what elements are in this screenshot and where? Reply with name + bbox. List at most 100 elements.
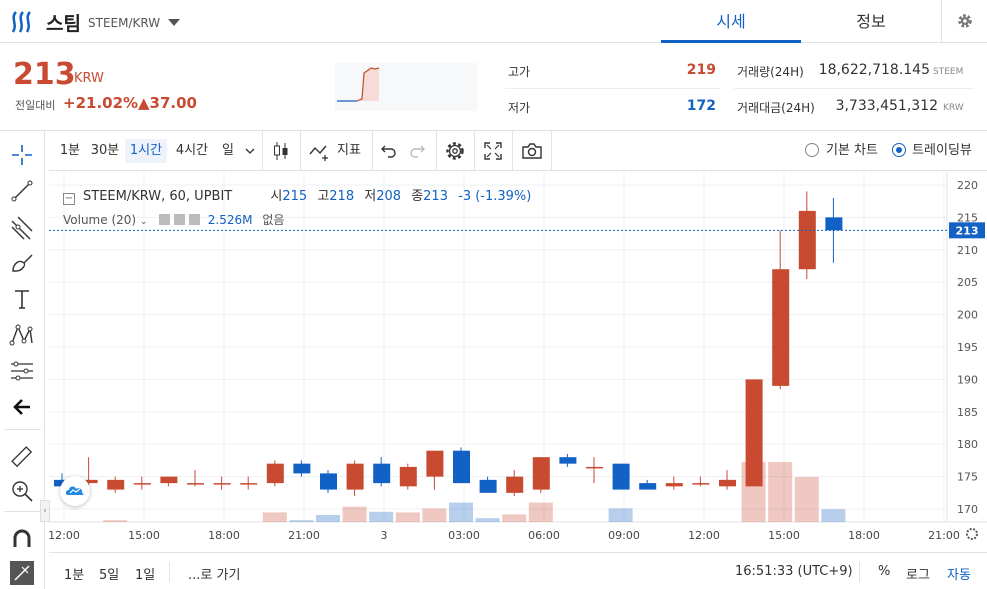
- steem-logo-icon: [11, 11, 31, 33]
- basic-chart-radio[interactable]: [805, 143, 819, 157]
- chart-background: [49, 172, 987, 552]
- volume-legend-label[interactable]: Volume (20): [63, 213, 136, 227]
- basic-chart-label[interactable]: 기본 차트: [823, 139, 881, 163]
- close-legend-value: 213: [423, 189, 448, 204]
- arrow-left-icon[interactable]: [8, 393, 36, 421]
- auto-scale-button[interactable]: 자동: [947, 564, 971, 583]
- magnet-icon[interactable]: [8, 525, 36, 553]
- drawing-tools-panel: [0, 131, 45, 589]
- price-tick-label: 190: [957, 373, 978, 386]
- volume-legend-value: 2.526M: [207, 213, 253, 227]
- toolbar-divider: [436, 131, 437, 171]
- settings-button[interactable]: [941, 0, 987, 43]
- remove-icon[interactable]: [188, 214, 200, 225]
- prediction-tool-icon[interactable]: [8, 357, 36, 385]
- goto-date-button[interactable]: ...로 가기: [188, 564, 240, 583]
- coin-name[interactable]: 스팀: [46, 9, 81, 36]
- zoom-in-icon[interactable]: [8, 477, 36, 505]
- volume-chevron-down-icon[interactable]: ⌄: [140, 217, 148, 227]
- volume-bar: [289, 520, 314, 522]
- crosshair-icon[interactable]: [8, 141, 36, 169]
- toolbar-divider: [372, 131, 373, 171]
- high-label: 고가: [508, 65, 531, 79]
- collapse-toolbar-chevron-left-icon[interactable]: ‹: [40, 500, 50, 522]
- price-tick-label: 205: [957, 276, 978, 289]
- candle-body: [346, 463, 364, 490]
- ruler-icon[interactable]: [8, 443, 36, 471]
- volume-bar: [768, 462, 793, 522]
- candle-body: [453, 450, 470, 484]
- tradingview-logo[interactable]: [60, 476, 90, 506]
- indicators-button[interactable]: 지표: [333, 139, 365, 163]
- interval-1h[interactable]: 1시간: [125, 139, 167, 163]
- high-value: 219: [686, 62, 716, 78]
- toolbar-divider: [512, 131, 513, 171]
- volume-24h-unit: STEEM: [933, 67, 964, 77]
- stat-divider: [505, 88, 720, 89]
- collapse-legend-icon[interactable]: −: [63, 193, 75, 205]
- coin-pair[interactable]: STEEM/KRW: [88, 16, 160, 30]
- tab-market[interactable]: 시세: [661, 0, 801, 43]
- candlestick-chart[interactable]: 220 215 210 205 200 195 190 185 180 175 170 12:00 15…: [49, 172, 987, 552]
- low-legend-label: 저: [364, 189, 377, 204]
- legend-change: -3 (-1.39%): [458, 189, 532, 204]
- volume-legend: Volume (20) ⌄ 2.526M 없음: [63, 211, 284, 228]
- candle-body: [532, 457, 550, 490]
- interval-30m[interactable]: 30분: [88, 139, 122, 163]
- low-label: 저가: [508, 101, 531, 115]
- amount-24h-value: 3,733,451,312: [835, 98, 938, 114]
- trend-line-icon[interactable]: [8, 177, 36, 205]
- candle-body: [399, 466, 417, 487]
- coin-select-chevron-down-icon[interactable]: [168, 19, 180, 26]
- indicators-icon[interactable]: [308, 140, 332, 162]
- settings-small-icon[interactable]: [174, 214, 186, 225]
- low-value: 172: [686, 98, 716, 114]
- fib-lines-icon[interactable]: [8, 213, 36, 241]
- time-tick-label: 15:00: [128, 529, 160, 542]
- tab-info[interactable]: 정보: [801, 0, 941, 43]
- text-tool-icon[interactable]: [8, 285, 36, 313]
- range-1m[interactable]: 1분: [64, 564, 84, 583]
- amount-24h-unit: KRW: [943, 103, 964, 113]
- interval-1d[interactable]: 일: [217, 139, 239, 163]
- candle-style-icon[interactable]: [270, 140, 292, 162]
- interval-4h[interactable]: 4시간: [171, 139, 213, 163]
- change-percent: +21.02%: [63, 94, 139, 112]
- range-5d[interactable]: 5일: [99, 564, 119, 583]
- chart-legend: − STEEM/KRW, 60, UPBIT 시215 고218 저208 종21…: [63, 185, 532, 205]
- trading-view-radio[interactable]: [892, 143, 906, 157]
- volume-bar: [475, 518, 500, 522]
- percent-scale-button[interactable]: %: [878, 564, 890, 579]
- price-tick-label: 175: [957, 471, 978, 484]
- close-legend-label: 종: [411, 189, 424, 204]
- lock-drawings-icon[interactable]: [8, 559, 36, 587]
- range-1d[interactable]: 1일: [135, 564, 155, 583]
- brush-icon[interactable]: [8, 249, 36, 277]
- fullscreen-icon[interactable]: [483, 141, 503, 161]
- volume-bar: [608, 508, 633, 522]
- current-price: 213: [13, 57, 76, 92]
- pattern-tool-icon[interactable]: [8, 321, 36, 349]
- chart-settings-gear-icon[interactable]: [444, 140, 466, 162]
- interval-chevron-down-icon[interactable]: [245, 147, 255, 155]
- trading-view-label[interactable]: 트레이딩뷰: [911, 139, 973, 163]
- interval-1m[interactable]: 1분: [55, 139, 85, 163]
- clock[interactable]: 16:51:33 (UTC+9): [735, 564, 853, 579]
- log-scale-button[interactable]: 로그: [906, 564, 930, 583]
- high-legend-label: 고: [317, 189, 330, 204]
- time-tick-label: 21:00: [928, 529, 960, 542]
- volume-24h-label: 거래량(24H): [737, 65, 804, 79]
- camera-icon[interactable]: [521, 141, 543, 161]
- time-tick-label: 3: [381, 529, 388, 542]
- change-label: 전일대비: [15, 99, 56, 112]
- redo-icon[interactable]: [408, 142, 426, 160]
- volume-legend-extra: 없음: [262, 213, 285, 227]
- time-tick-label: 09:00: [608, 529, 640, 542]
- eye-icon[interactable]: [159, 214, 171, 225]
- candle-body: [745, 379, 763, 487]
- toolbar-divider: [474, 131, 475, 171]
- price-tick-label: 200: [957, 309, 978, 322]
- time-tick-label: 18:00: [848, 529, 880, 542]
- candle-body: [692, 483, 710, 485]
- undo-icon[interactable]: [380, 142, 398, 160]
